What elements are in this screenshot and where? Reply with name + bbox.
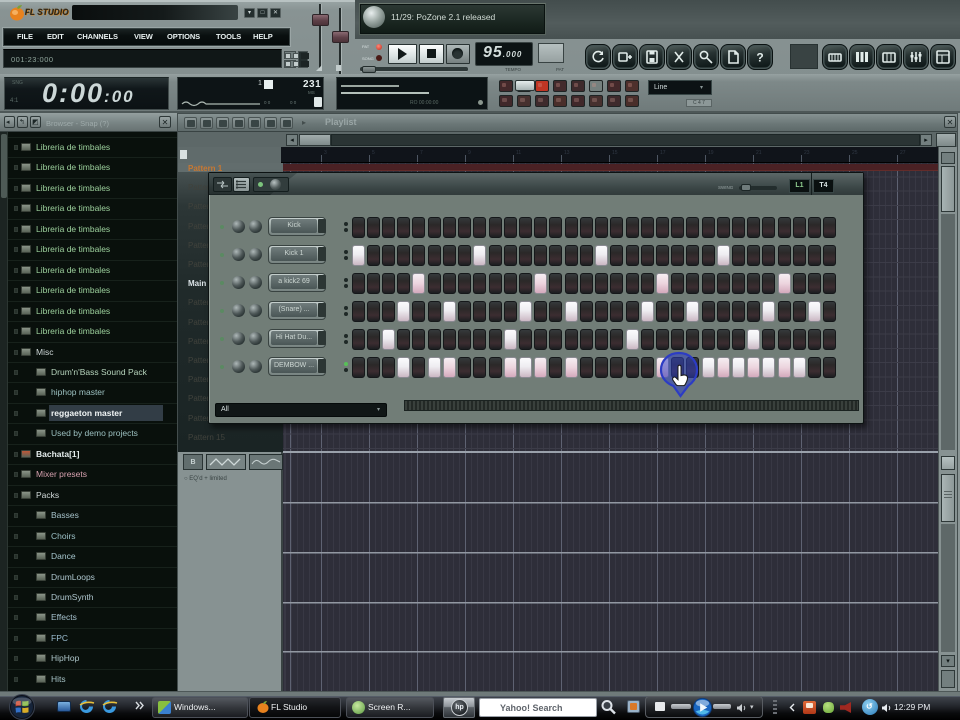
svg-text:?: ? xyxy=(756,51,763,65)
